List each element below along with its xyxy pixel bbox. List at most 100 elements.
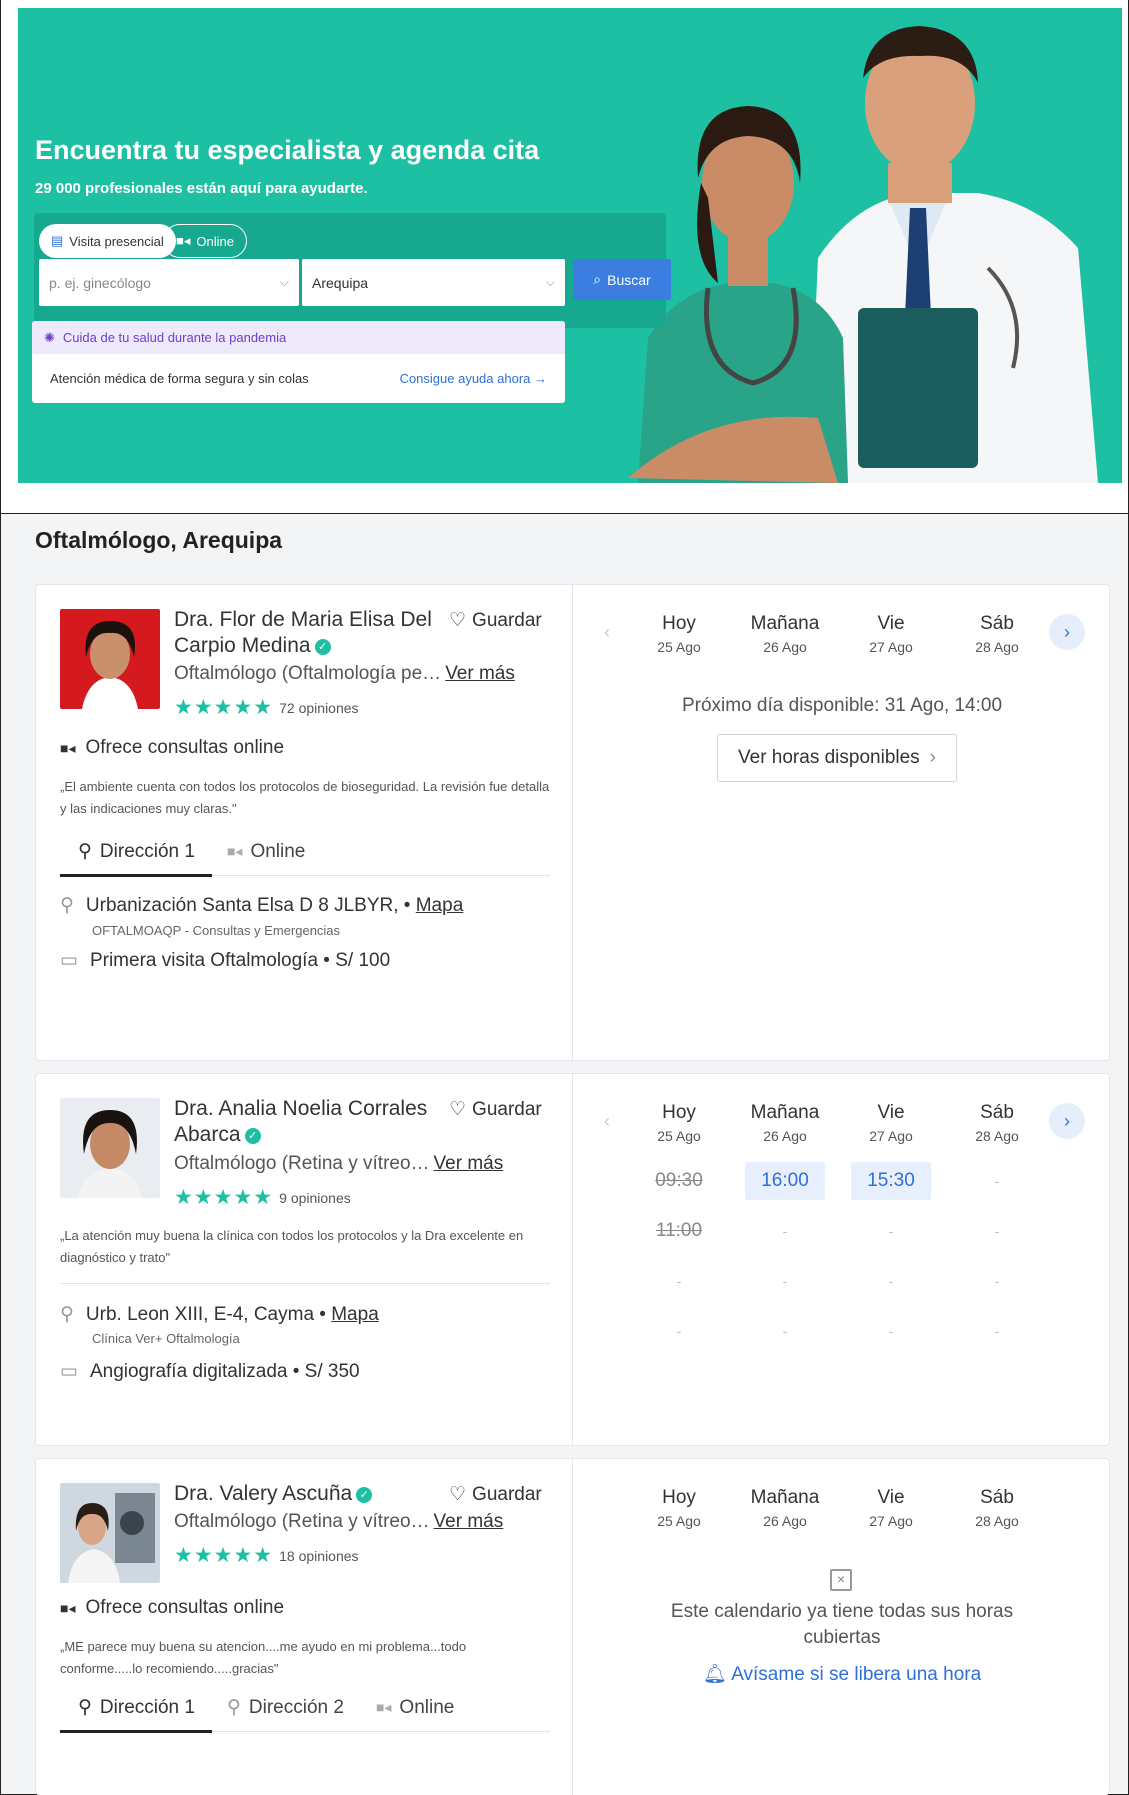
address-tabs: ⚲ Dirección 1 ■◂ Online: [60, 828, 550, 877]
reviews-count: 18 opiniones: [279, 1547, 359, 1564]
hero-title: Encuentra tu especialista y agenda cita: [35, 135, 540, 165]
rating[interactable]: ★★★★★ 18 opiniones: [174, 1543, 359, 1568]
location-pin-icon: ⚲: [60, 895, 74, 916]
video-camera-icon: ■◂: [176, 233, 191, 248]
calendar-day: Mañana 26 Ago: [750, 1487, 820, 1529]
clinic-name: OFTALMOAQP - Consultas y Emergencias: [92, 923, 341, 938]
calendar-day: Sáb 28 Ago: [975, 613, 1019, 655]
calendar-day: Hoy 25 Ago: [657, 1487, 701, 1529]
calendar-header: Hoy 25 Ago Mañana 26 Ago Vie 27 Ago Sáb 28 A…: [573, 613, 1109, 663]
calendar-day: Hoy 25 Ago: [657, 1102, 701, 1144]
tab-address-2[interactable]: ⚲ Dirección 2: [227, 1684, 344, 1732]
time-slot: -: [888, 1273, 894, 1289]
notice-title: Cuida de tu salud durante la pandemia: [62, 330, 287, 345]
calendar-header: Hoy 25 Ago Mañana 26 Ago Vie 27 Ago Sáb 28 A…: [573, 1487, 1109, 1537]
see-more-link[interactable]: Ver más: [434, 1511, 504, 1532]
tab-visit-in-person[interactable]: ▤ Visita presencial: [39, 224, 176, 258]
tab-online[interactable]: ■◂ Online: [227, 828, 305, 876]
reviews-count: 72 opiniones: [279, 699, 359, 716]
time-slot: -: [782, 1323, 788, 1339]
hero-frame: Encuentra tu especialista y agenda cita …: [0, 0, 1129, 514]
stars-icon: ★★★★★: [174, 696, 274, 719]
calendar-day: Vie 27 Ago: [869, 1102, 913, 1144]
tab-address-1[interactable]: ⚲ Dirección 1: [78, 1684, 195, 1732]
doctor-name[interactable]: Dra. Analia Noelia Corrales Abarca ✓: [174, 1096, 439, 1148]
doctor-name[interactable]: Dra. Valery Ascuña ✓: [174, 1481, 439, 1507]
visit-price: ▭ Primera visita Oftalmología • S/ 100: [60, 949, 391, 972]
price-tag-icon: ▭: [60, 950, 78, 971]
notice-help-link[interactable]: Consigue ayuda ahora →: [400, 371, 547, 386]
verified-icon: ✓: [356, 1487, 373, 1503]
building-icon: ▤: [51, 233, 64, 248]
doctor-specialty: Oftalmólogo (Retina y vítreo… Ver más: [174, 1511, 504, 1532]
map-link[interactable]: Mapa: [331, 1304, 379, 1325]
location-pin-icon: ⚲: [60, 1304, 74, 1325]
calendar-day: Mañana 26 Ago: [750, 613, 820, 655]
time-slot: -: [782, 1223, 788, 1239]
time-slot: 09:30: [655, 1170, 703, 1191]
chevron-right-icon: ›: [929, 747, 936, 768]
rating[interactable]: ★★★★★ 72 opiniones: [174, 695, 359, 720]
see-more-link[interactable]: Ver más: [434, 1153, 504, 1174]
notify-me-link[interactable]: 🔔︎ Avísame si se libera una hora: [573, 1662, 1109, 1686]
tab-address-1[interactable]: ⚲ Dirección 1: [78, 828, 195, 876]
time-slot: -: [782, 1273, 788, 1289]
notice-text: Atención médica de forma segura y sin co…: [50, 371, 309, 386]
heart-icon: ♡: [449, 1099, 467, 1120]
calendar-day: Sáb 28 Ago: [975, 1102, 1019, 1144]
visit-price: ▭ Angiografía digitalizada • S/ 350: [60, 1360, 360, 1383]
doctor-photo[interactable]: [60, 1098, 160, 1198]
video-camera-icon: ■◂: [60, 1599, 76, 1616]
verified-icon: ✓: [244, 1128, 261, 1144]
tab-online[interactable]: ■◂ Online: [163, 224, 247, 258]
time-slot: -: [994, 1223, 1000, 1239]
review-quote: „La atención muy buena la clínica con to…: [60, 1228, 524, 1265]
bell-icon: 🔔︎: [702, 1664, 727, 1685]
doctor-photo[interactable]: [60, 609, 160, 709]
map-link[interactable]: Mapa: [416, 895, 464, 916]
doctor-card-1: Dra. Flor de Maria Elisa Del Carpio Medi…: [35, 584, 1110, 1061]
doctor-photo[interactable]: [60, 1483, 160, 1583]
pandemic-notice: ✺ Cuida de tu salud durante la pandemia …: [32, 321, 565, 403]
search-icon: ⌕: [593, 271, 602, 287]
doctor-card-3: Dra. Valery Ascuña ✓ ♡ Guardar Oftalmólog…: [35, 1458, 1110, 1795]
chevron-down-icon: ⌵: [545, 275, 555, 289]
virus-icon: ✺: [44, 329, 55, 345]
time-slot[interactable]: 16:00: [745, 1162, 825, 1200]
time-slot: -: [676, 1273, 682, 1289]
view-hours-button[interactable]: Ver horas disponibles ›: [717, 734, 957, 782]
save-button[interactable]: ♡ Guardar: [449, 609, 542, 632]
review-quote: „El ambiente cuenta con todos los protoc…: [60, 779, 550, 816]
see-more-link[interactable]: Ver más: [445, 663, 515, 684]
calendar-day: Mañana 26 Ago: [750, 1102, 820, 1144]
video-camera-icon: ■◂: [226, 843, 243, 859]
review-quote: „ME parece muy buena su atencion....me a…: [60, 1639, 467, 1676]
location-pin-icon: ⚲: [78, 1697, 92, 1718]
hero-subtitle: 29 000 profesionales están aquí para ayu…: [35, 180, 368, 197]
rating[interactable]: ★★★★★ 9 opiniones: [174, 1185, 351, 1210]
calendar-day: Sáb 28 Ago: [975, 1487, 1019, 1529]
search-button[interactable]: ⌕ Buscar: [573, 259, 671, 300]
save-button[interactable]: ♡ Guardar: [449, 1098, 542, 1121]
specialty-input[interactable]: p. ej. ginecólogo ⌵: [39, 259, 299, 306]
calendar-day: Vie 27 Ago: [869, 613, 913, 655]
time-slot: -: [994, 1273, 1000, 1289]
verified-icon: ✓: [314, 639, 331, 655]
heart-icon: ♡: [449, 610, 467, 631]
city-select[interactable]: Arequipa ⌵: [302, 259, 565, 306]
next-available-text: Próximo día disponible: 31 Ago, 14:00: [681, 695, 1003, 716]
online-consult-offer: ■◂ Ofrece consultas online: [60, 1597, 285, 1618]
doctor-specialty: Oftalmólogo (Retina y vítreo… Ver más: [174, 1153, 504, 1174]
calendar-full-message: Este calendario ya tiene todas sus horas…: [670, 1601, 1014, 1648]
time-slot: -: [676, 1323, 682, 1339]
time-slot: -: [994, 1323, 1000, 1339]
location-pin-icon: ⚲: [78, 841, 92, 862]
active-tab-indicator: [60, 874, 212, 877]
time-slot: 11:00: [655, 1220, 703, 1241]
address: ⚲ Urbanización Santa Elsa D 8 JLBYR, • M…: [60, 894, 464, 917]
doctor-name[interactable]: Dra. Flor de Maria Elisa Del Carpio Medi…: [174, 607, 439, 659]
time-slot[interactable]: 15:30: [851, 1162, 931, 1200]
tab-online[interactable]: ■◂ Online: [376, 1684, 454, 1732]
time-slot: -: [888, 1323, 894, 1339]
save-button[interactable]: ♡ Guardar: [449, 1483, 542, 1506]
